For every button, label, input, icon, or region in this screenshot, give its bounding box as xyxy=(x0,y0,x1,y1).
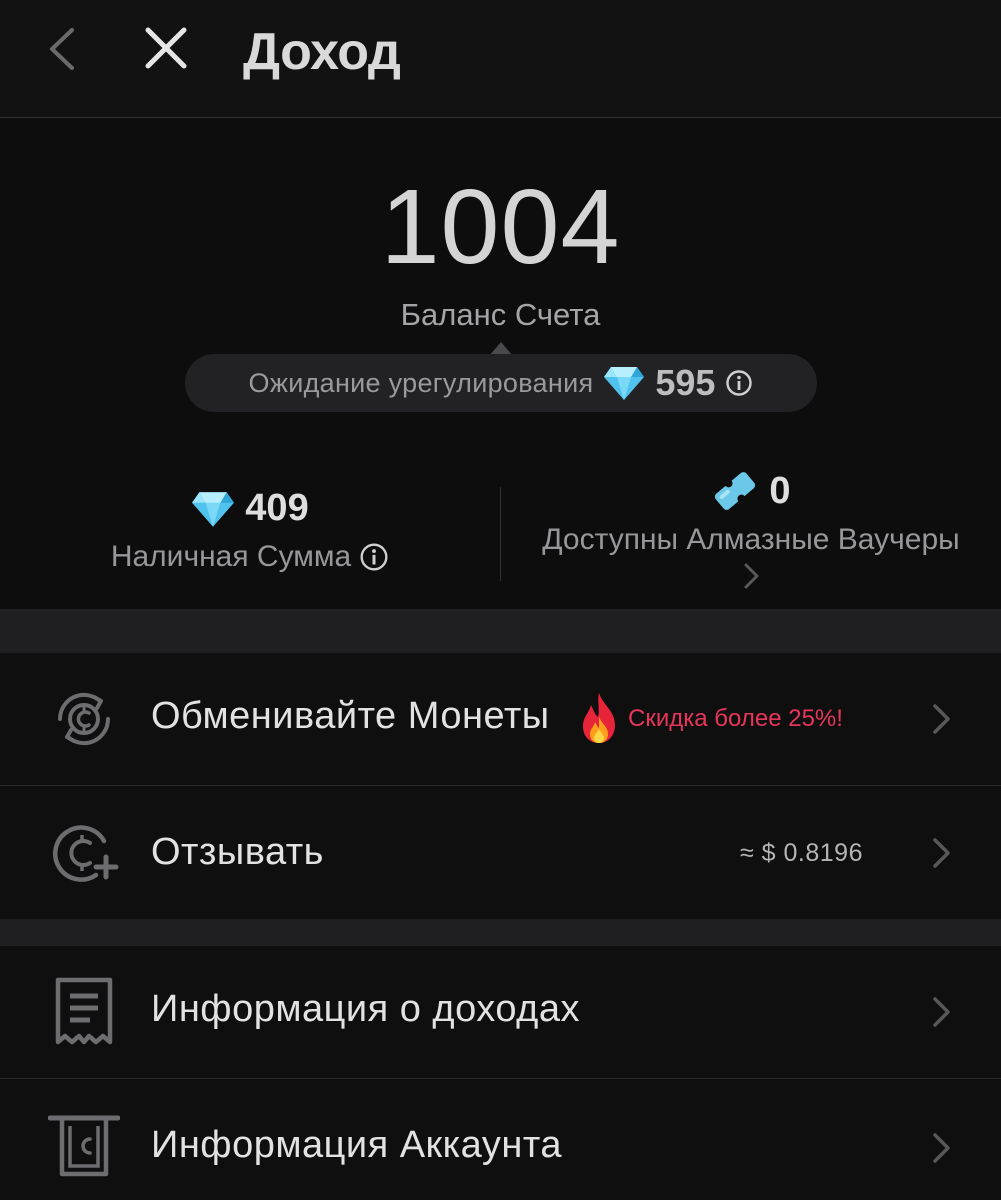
close-icon xyxy=(145,27,187,69)
back-button[interactable] xyxy=(40,24,86,74)
income-info-row[interactable]: Информация о доходах xyxy=(0,946,1001,1079)
promo-discount-label: Скидка более 25%! xyxy=(628,705,843,732)
chevron-right-icon xyxy=(744,563,759,589)
account-info-label: Информация Аккаунта xyxy=(151,1124,562,1166)
chevron-right-icon xyxy=(933,838,950,868)
income-page: Доход 1004 Баланс Счета Ожидание урегули… xyxy=(0,0,1001,1200)
account-info-row[interactable]: Информация Аккаунта xyxy=(0,1080,1001,1200)
cash-amount-value: 409 xyxy=(245,487,309,529)
stats-row: 409 Наличная Сумма 0 Доступны Алмазные В… xyxy=(0,469,1001,599)
chevron-right-icon xyxy=(933,704,950,734)
diamond-vouchers-value: 0 xyxy=(769,469,791,512)
chevron-right-icon xyxy=(933,997,950,1027)
balance-section: 1004 Баланс Счета Ожидание урегулировани… xyxy=(0,119,1001,609)
coin-exchange-icon xyxy=(57,692,111,746)
close-button[interactable] xyxy=(140,22,192,74)
diamond-icon xyxy=(192,491,235,527)
withdraw-label: Отзывать xyxy=(151,831,324,873)
chevron-left-icon xyxy=(50,28,74,70)
page-title: Доход xyxy=(243,23,401,81)
chevron-right-icon xyxy=(933,1133,950,1163)
section-separator xyxy=(0,609,1001,653)
fire-icon xyxy=(583,693,615,743)
account-balance-value: 1004 xyxy=(380,168,621,286)
pending-settlement-value: 595 xyxy=(655,362,716,403)
diamond-icon xyxy=(604,367,645,400)
account-balance-label: Баланс Счета xyxy=(400,297,601,332)
income-info-label: Информация о доходах xyxy=(151,988,580,1030)
info-icon[interactable] xyxy=(725,369,753,397)
coin-plus-icon xyxy=(53,825,119,882)
diamond-vouchers-label: Доступны Алмазные Ваучеры xyxy=(542,523,960,556)
exchange-coins-label: Обменивайте Монеты xyxy=(151,695,550,737)
cash-amount-label: Наличная Сумма xyxy=(110,540,352,573)
diamond-vouchers-block[interactable]: 0 Доступны Алмазные Ваучеры xyxy=(501,469,1001,596)
pending-settlement-pill[interactable]: Ожидание урегулирования 595 xyxy=(185,354,817,412)
receipt-icon xyxy=(55,977,113,1045)
section-separator xyxy=(0,919,1001,946)
pending-settlement-label: Ожидание урегулирования xyxy=(248,367,594,398)
voucher-icon xyxy=(715,472,756,510)
info-icon[interactable] xyxy=(359,542,389,572)
account-card-icon xyxy=(48,1115,120,1177)
withdraw-row[interactable]: Отзывать ≈ $ 0.8196 xyxy=(0,787,1001,919)
cash-amount-block: 409 Наличная Сумма xyxy=(0,487,500,574)
withdraw-usd-value: ≈ $ 0.8196 xyxy=(740,839,863,867)
top-bar: Доход xyxy=(0,0,1001,118)
exchange-coins-row[interactable]: Обменивайте Монеты Скидка более 25%! xyxy=(0,653,1001,786)
